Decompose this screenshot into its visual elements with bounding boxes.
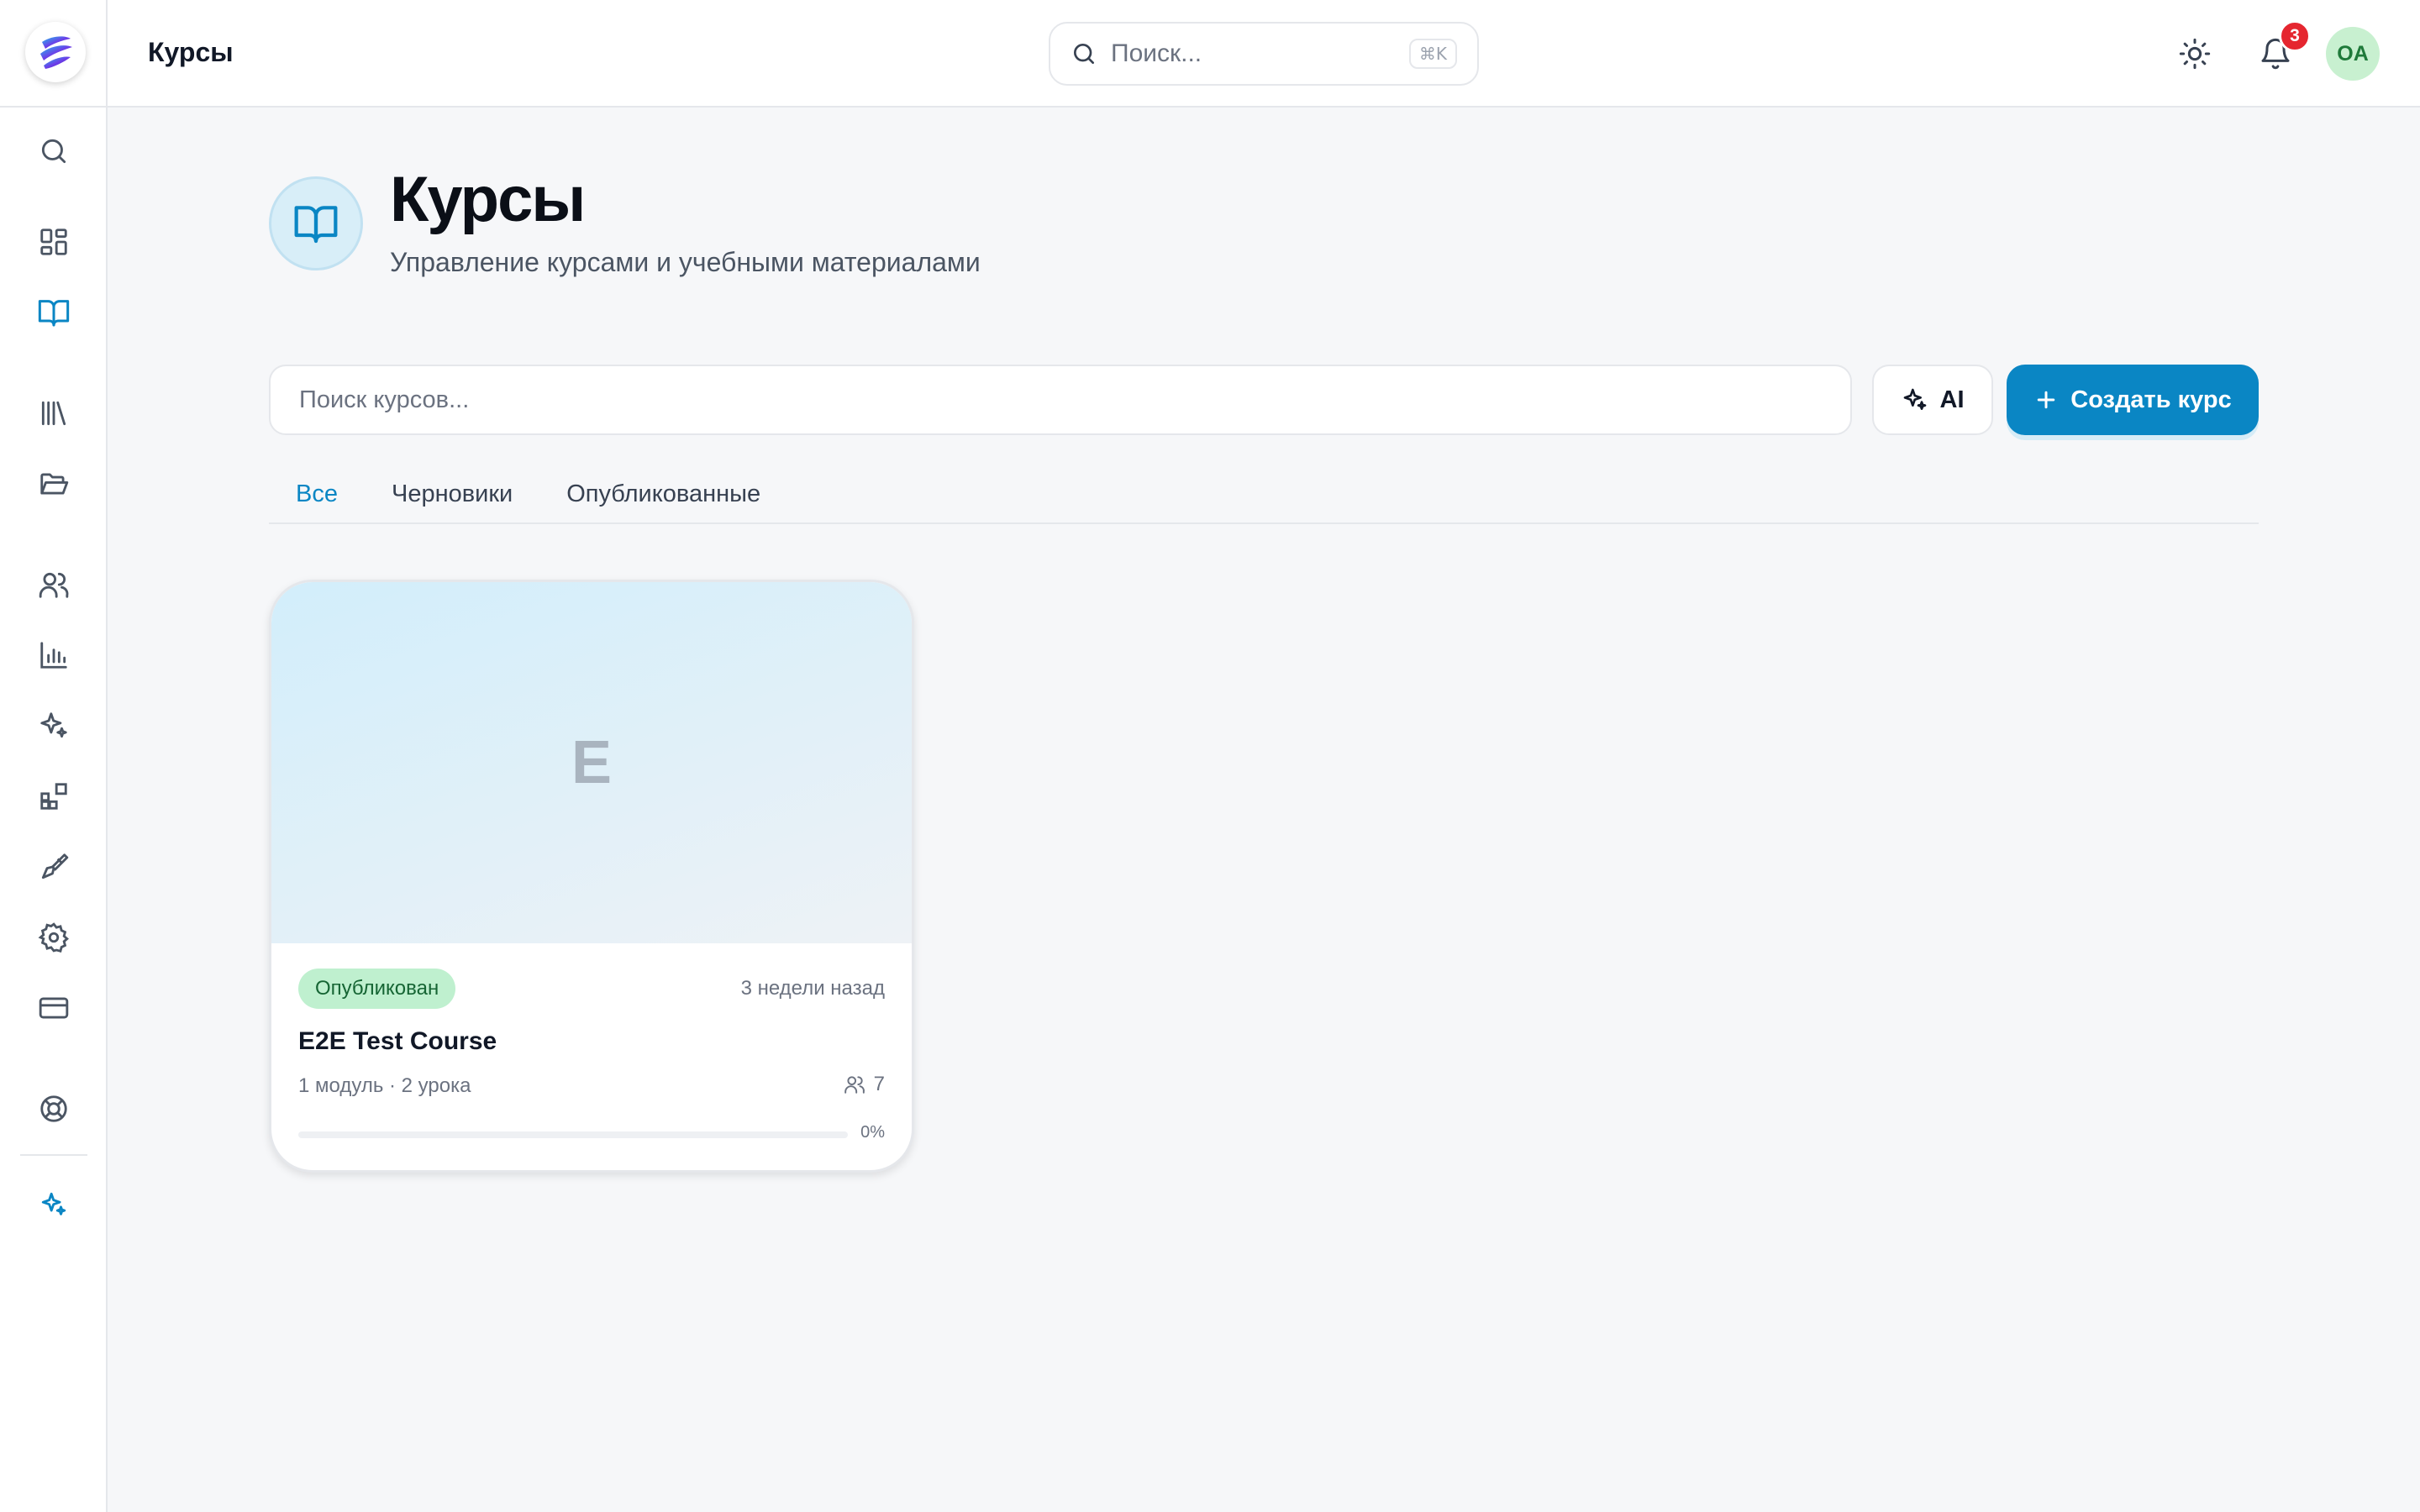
global-search-placeholder: Поиск... — [1111, 39, 1202, 67]
keyboard-shortcut-hint: ⌘K — [1408, 39, 1457, 69]
sidebar-item-settings[interactable] — [29, 912, 79, 963]
sidebar-divider — [20, 1154, 87, 1156]
sparkles-icon — [41, 1192, 66, 1215]
course-cover: E — [271, 582, 912, 943]
ai-button[interactable]: AI — [1872, 365, 1993, 435]
sparkles-icon — [40, 712, 67, 738]
ai-button-label: AI — [1939, 386, 1965, 413]
notifications-button[interactable]: 3 — [2249, 20, 2311, 81]
user-avatar[interactable]: OA — [2326, 27, 2380, 81]
book-open-icon — [294, 206, 338, 244]
sidebar-item-support[interactable] — [29, 1084, 79, 1134]
course-updated-time: 3 недели назад — [740, 977, 885, 1000]
course-filter-tabs: Все Черновики Опубликованные — [269, 464, 2259, 524]
course-progress-label: 0% — [860, 1123, 885, 1142]
sidebar-item-users[interactable] — [29, 559, 79, 610]
global-search-input[interactable]: Поиск... ⌘K — [1049, 22, 1479, 86]
sidebar-item-branding[interactable] — [29, 842, 79, 892]
sidebar-divider — [0, 106, 108, 108]
sidebar-item-analytics[interactable] — [29, 630, 79, 680]
course-students: 7 — [844, 1073, 885, 1096]
tab-drafts[interactable]: Черновики — [365, 464, 539, 524]
status-badge: Опубликован — [298, 969, 456, 1009]
course-students-count: 7 — [873, 1073, 885, 1095]
tab-all[interactable]: Все — [269, 464, 365, 524]
sparkles-icon — [1903, 388, 1926, 410]
page-subtitle: Управление курсами и учебными материалам… — [390, 247, 981, 277]
course-meta: 1 модуль · 2 урока — [298, 1074, 471, 1097]
sidebar-item-files[interactable] — [29, 459, 79, 509]
course-search-input[interactable]: Поиск курсов... — [269, 365, 1852, 435]
sidebar-item-billing[interactable] — [29, 983, 79, 1033]
course-progress-bar — [298, 1131, 848, 1138]
bar-chart-icon — [40, 642, 67, 669]
top-header: Курсы Поиск... ⌘K 3 OA — [108, 0, 2420, 108]
sidebar-item-dashboard[interactable] — [29, 217, 79, 267]
create-course-button[interactable]: Создать курс — [2007, 365, 2259, 435]
search-icon — [41, 139, 66, 164]
sidebar — [0, 0, 108, 1512]
notification-count-badge: 3 — [2279, 20, 2311, 52]
users-icon — [39, 572, 69, 598]
dashboard-icon — [40, 228, 67, 255]
paintbrush-icon — [41, 853, 69, 879]
theme-toggle-button[interactable] — [2168, 27, 2222, 81]
sidebar-item-integrations[interactable] — [29, 771, 79, 822]
sidebar-item-library[interactable] — [29, 388, 79, 438]
course-title: E2E Test Course — [298, 1027, 497, 1055]
page-title: Курсы — [390, 164, 586, 235]
course-cover-letter: E — [571, 729, 613, 796]
app-logo[interactable] — [25, 22, 86, 82]
credit-card-icon — [39, 997, 69, 1019]
page-icon — [269, 176, 363, 270]
course-search-placeholder: Поиск курсов... — [299, 386, 470, 413]
logo-swirl-icon — [40, 36, 72, 69]
library-icon — [41, 401, 66, 426]
sun-icon — [2179, 38, 2211, 70]
blocks-icon — [40, 783, 67, 810]
book-open-icon — [38, 300, 70, 327]
lifebuoy-icon — [40, 1095, 67, 1122]
gear-icon — [38, 922, 70, 953]
users-icon — [844, 1076, 865, 1094]
course-card[interactable]: E Опубликован 3 недели назад E2E Test Co… — [269, 580, 914, 1173]
folder-open-icon — [40, 473, 69, 495]
plus-icon — [2038, 391, 2055, 409]
create-course-label: Создать курс — [2070, 386, 2232, 413]
sidebar-item-ai[interactable] — [29, 701, 79, 751]
search-icon — [1074, 44, 1094, 64]
sidebar-item-search[interactable] — [29, 126, 79, 176]
sidebar-item-ai-assistant[interactable] — [29, 1179, 79, 1230]
sidebar-item-courses[interactable] — [29, 287, 79, 338]
header-title: Курсы — [148, 37, 234, 67]
tab-published[interactable]: Опубликованные — [539, 464, 787, 524]
